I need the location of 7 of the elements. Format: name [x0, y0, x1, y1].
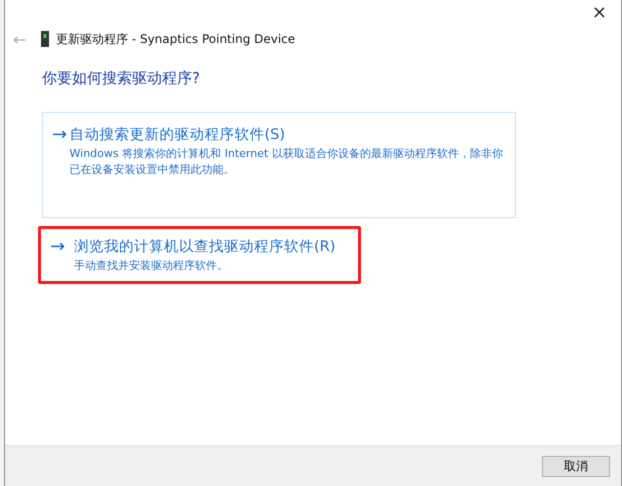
- cancel-button[interactable]: 取消: [542, 456, 610, 476]
- device-icon: [41, 31, 49, 47]
- close-button[interactable]: ×: [592, 4, 607, 22]
- option-link[interactable]: → 浏览我的计算机以查找驱动程序软件(R) 手动查找并安装驱动程序软件。: [38, 226, 361, 284]
- option-link[interactable]: →自动搜索更新的驱动程序软件(S) Windows 将搜索你的计算机和 Internet 以获取适合你设备的最新驱动程序软件，除非你已在设备安装设置中禁用此功能。: [42, 112, 516, 218]
- window-title: 更新驱动程序 - Synaptics Pointing Device: [56, 30, 296, 48]
- dialog-heading: 你要如何搜索驱动程序?: [42, 69, 201, 88]
